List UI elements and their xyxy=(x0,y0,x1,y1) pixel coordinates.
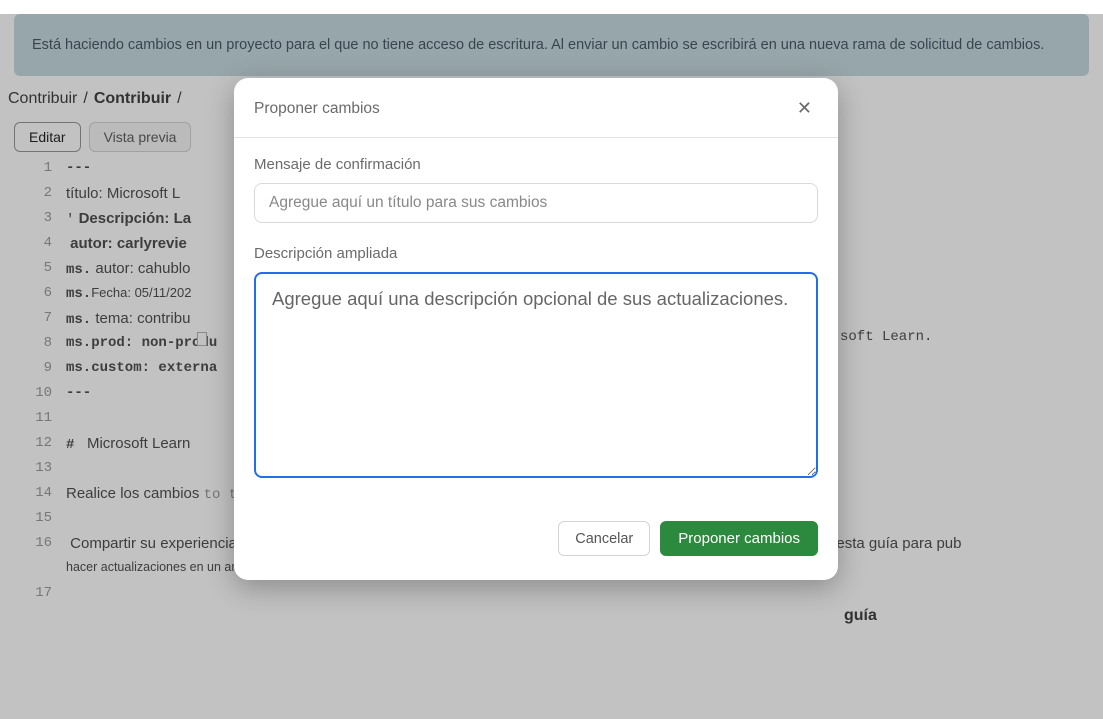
dialog-footer: Cancelar Proponer cambios xyxy=(234,493,838,580)
dialog-header: Proponer cambios ✕ xyxy=(234,78,838,138)
cancel-button[interactable]: Cancelar xyxy=(558,521,650,556)
dialog-body: Mensaje de confirmación Descripción ampl… xyxy=(234,138,838,493)
propose-changes-button[interactable]: Proponer cambios xyxy=(660,521,818,556)
close-icon[interactable]: ✕ xyxy=(791,96,818,121)
extended-description-textarea[interactable] xyxy=(254,272,818,478)
dialog-title: Proponer cambios xyxy=(254,100,380,118)
propose-changes-dialog: Proponer cambios ✕ Mensaje de confirmaci… xyxy=(234,78,838,580)
extended-description-label: Descripción ampliada xyxy=(254,245,818,262)
commit-message-input[interactable] xyxy=(254,183,818,223)
commit-message-label: Mensaje de confirmación xyxy=(254,156,818,173)
